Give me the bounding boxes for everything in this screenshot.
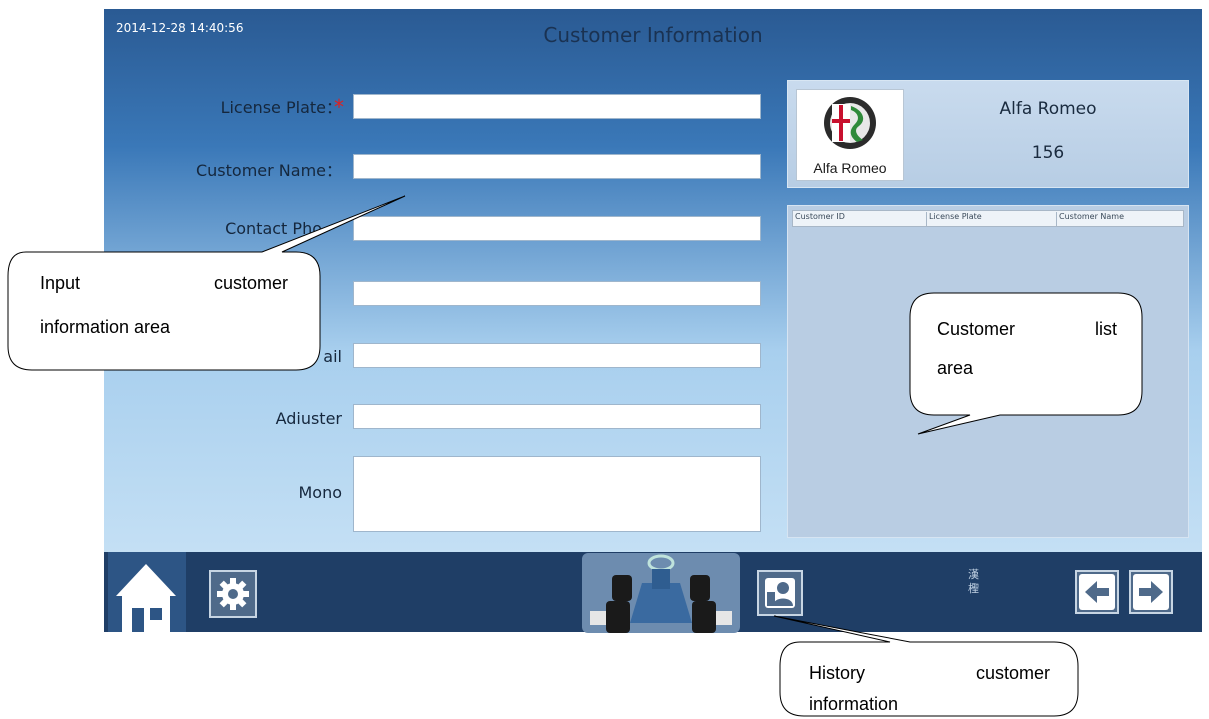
required-mark: * — [334, 95, 344, 119]
forward-button[interactable] — [1129, 570, 1173, 614]
vehicle-panel: Alfa Romeo Alfa Romeo 156 — [787, 80, 1189, 188]
history-customer-button[interactable] — [757, 570, 803, 616]
settings-button[interactable] — [209, 570, 257, 618]
home-icon — [116, 564, 176, 632]
email-input[interactable] — [353, 343, 761, 368]
adjuster-label: Adiuster — [275, 409, 342, 428]
list-area-callout-line2: area — [937, 358, 974, 378]
bottom-toolbar: 漢 檉 — [104, 552, 1202, 633]
customer-name-label: Customer Name： — [195, 161, 342, 180]
mono-input[interactable] — [353, 456, 761, 532]
input-area-callout-line1: Input customer — [40, 273, 288, 293]
arrow-right-icon — [1133, 574, 1169, 610]
history-callout-line1: History customer — [809, 663, 1050, 683]
page-title: Customer Information — [543, 23, 763, 47]
gear-icon — [217, 578, 249, 610]
status-char-2: 檉 — [968, 582, 979, 595]
adjuster-input[interactable] — [353, 404, 761, 429]
home-button[interactable] — [108, 552, 186, 632]
logo-text: Alfa Romeo — [813, 160, 887, 176]
license-plate-label: License Plate： — [220, 98, 342, 117]
license-plate-input[interactable] — [353, 94, 761, 119]
mono-label: Mono — [298, 483, 342, 502]
status-chars: 漢 檉 — [968, 568, 979, 596]
column-header-license-plate[interactable]: License Plate — [927, 212, 1057, 226]
vehicle-button[interactable] — [582, 553, 740, 633]
list-area-callout-line1: Customer list — [937, 319, 1117, 339]
user-history-icon — [765, 578, 795, 608]
alfa-romeo-badge-icon — [824, 97, 876, 149]
car-icon — [590, 554, 732, 633]
customer-name-input[interactable] — [353, 154, 761, 179]
contact-phone-label: Contact Pho — [225, 219, 322, 238]
contact-phone-input[interactable] — [353, 216, 761, 241]
vehicle-brand: Alfa Romeo — [999, 99, 1097, 119]
status-char-1: 漢 — [968, 568, 979, 581]
back-button[interactable] — [1075, 570, 1119, 614]
email-label: ail — [323, 347, 342, 366]
history-callout-line2: information — [809, 694, 899, 714]
vehicle-model: 156 — [1031, 143, 1065, 163]
arrow-left-icon — [1079, 574, 1115, 610]
brand-logo: Alfa Romeo — [796, 89, 904, 181]
column-header-customer-id[interactable]: Customer ID — [793, 212, 927, 226]
address-input[interactable] — [353, 281, 761, 306]
customer-list-header: Customer ID License Plate Customer Name — [792, 210, 1184, 227]
input-area-callout-line2: information area — [40, 317, 171, 337]
column-header-customer-name[interactable]: Customer Name — [1057, 212, 1185, 226]
